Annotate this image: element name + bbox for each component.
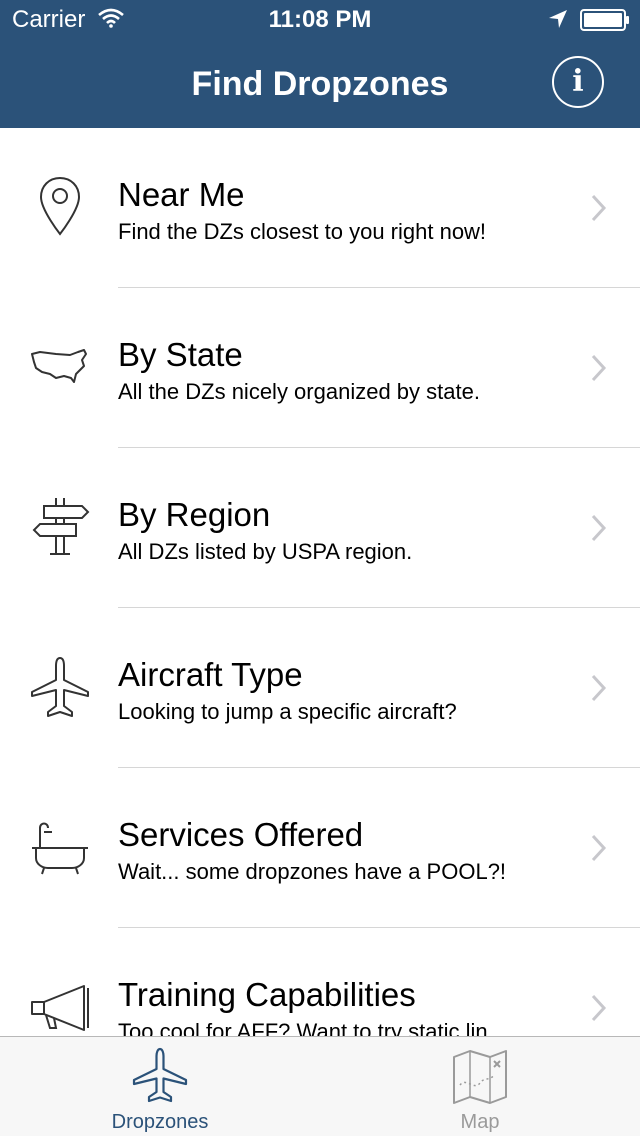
tab-dropzones[interactable]: Dropzones bbox=[0, 1037, 320, 1137]
list-item-services-offered[interactable]: Services Offered Wait... some dropzones … bbox=[0, 768, 640, 928]
tab-bar: Dropzones Map bbox=[0, 1036, 640, 1136]
search-options-list: Near Me Find the DZs closest to you righ… bbox=[0, 128, 640, 1036]
tab-label: Dropzones bbox=[111, 1111, 209, 1133]
list-item-aircraft-type[interactable]: Aircraft Type Looking to jump a specific… bbox=[0, 608, 640, 768]
row-subtitle: All the DZs nicely organized by state. bbox=[118, 379, 480, 404]
battery-icon bbox=[580, 9, 629, 31]
list-item-near-me[interactable]: Near Me Find the DZs closest to you righ… bbox=[0, 128, 640, 288]
row-subtitle: All DZs listed by USPA region. bbox=[118, 539, 413, 564]
chevron-right-icon bbox=[591, 194, 607, 222]
usa-map-icon bbox=[31, 349, 87, 383]
list-item-training-capabilities[interactable]: Training Capabilities Too cool for AFF? … bbox=[0, 928, 640, 1036]
chevron-right-icon bbox=[591, 994, 607, 1022]
chevron-right-icon bbox=[591, 354, 607, 382]
row-subtitle: Too cool for AFF? Want to try static lin… bbox=[118, 1019, 506, 1036]
row-subtitle: Looking to jump a specific aircraft? bbox=[118, 699, 457, 724]
chevron-right-icon bbox=[591, 674, 607, 702]
megaphone-icon bbox=[31, 985, 89, 1031]
row-title: Services Offered bbox=[118, 816, 364, 853]
row-title: Near Me bbox=[118, 176, 245, 213]
map-pin-icon bbox=[39, 176, 81, 236]
info-button[interactable]: i bbox=[552, 56, 604, 108]
location-arrow-icon bbox=[549, 10, 567, 28]
tab-map[interactable]: Map bbox=[320, 1037, 640, 1137]
row-title: By State bbox=[118, 336, 243, 373]
info-icon: i bbox=[572, 64, 584, 99]
status-time: 11:08 PM bbox=[268, 6, 372, 33]
list-item-by-region[interactable]: By Region All DZs listed by USPA region. bbox=[0, 448, 640, 608]
map-icon bbox=[453, 1050, 507, 1104]
airplane-icon bbox=[132, 1047, 188, 1103]
row-subtitle: Wait... some dropzones have a POOL?! bbox=[118, 859, 507, 884]
list-item-by-state[interactable]: By State All the DZs nicely organized by… bbox=[0, 288, 640, 448]
status-bar: Carrier 11:08 PM bbox=[0, 0, 640, 40]
navigation-header: Carrier 11:08 PM Find Dropzones i bbox=[0, 0, 640, 128]
page-title: Find Dropzones bbox=[191, 65, 449, 103]
row-title: Aircraft Type bbox=[118, 656, 303, 693]
chevron-right-icon bbox=[591, 834, 607, 862]
bathtub-icon bbox=[32, 822, 88, 875]
signpost-icon bbox=[32, 498, 90, 555]
row-title: Training Capabilities bbox=[118, 976, 416, 1013]
row-subtitle: Find the DZs closest to you right now! bbox=[118, 219, 487, 244]
tab-label: Map bbox=[460, 1111, 500, 1133]
chevron-right-icon bbox=[591, 514, 607, 542]
airplane-icon bbox=[31, 657, 89, 717]
row-title: By Region bbox=[118, 496, 271, 533]
